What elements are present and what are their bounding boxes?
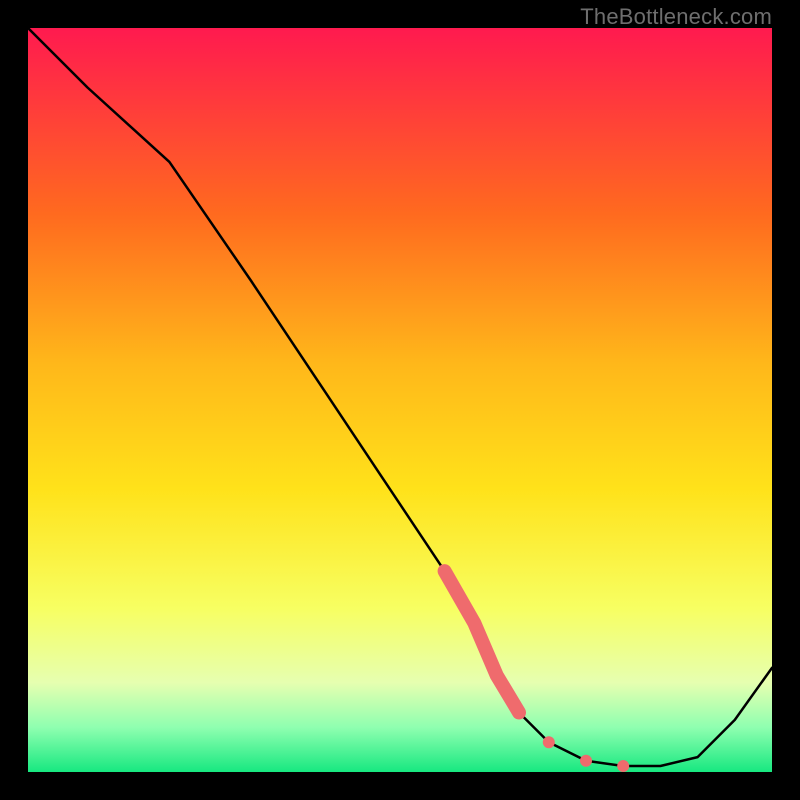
dot — [580, 755, 592, 767]
gradient-background — [28, 28, 772, 772]
chart-svg — [28, 28, 772, 772]
dot — [617, 760, 629, 772]
dot — [543, 736, 555, 748]
plot-area — [28, 28, 772, 772]
watermark-text: TheBottleneck.com — [580, 4, 772, 30]
chart-container: TheBottleneck.com — [0, 0, 800, 800]
